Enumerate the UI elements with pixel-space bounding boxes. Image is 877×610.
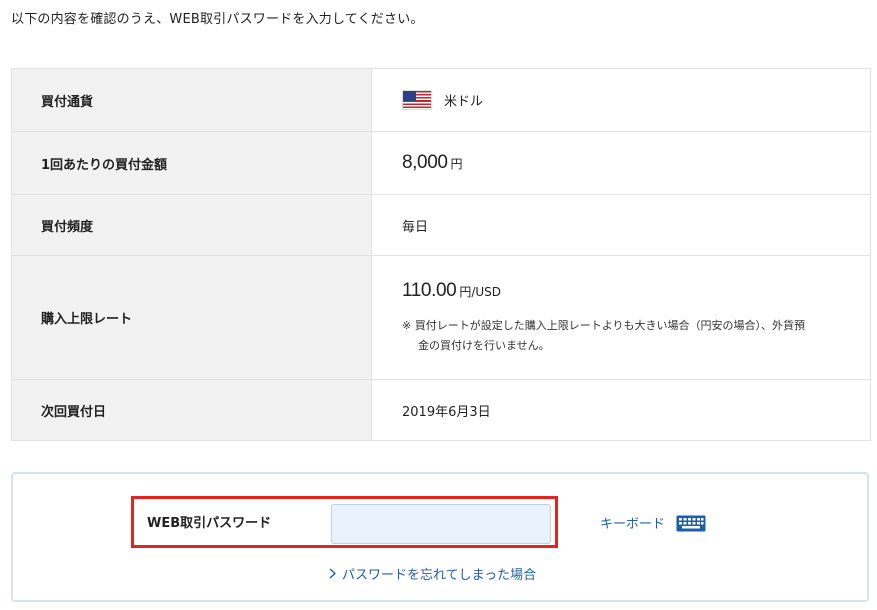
row-label: 次回買付日 [11, 379, 372, 441]
keyboard-link[interactable]: キーボード [600, 513, 665, 532]
table-row: 次回買付日 2019年6月3日 [11, 379, 871, 441]
forgot-password-label: パスワードを忘れてしまった場合 [342, 568, 537, 583]
row-label: 買付頻度 [11, 194, 372, 256]
row-label: 1回あたりの買付金額 [11, 131, 372, 195]
rate-note-line: ※ 買付レートが設定した購入上限レートよりも大きい場合（円安の場合）、外貨預 [402, 318, 805, 332]
frequency-value: 毎日 [371, 194, 871, 256]
rate-value: 110.00 [402, 279, 457, 301]
amount-value: 8,000 [402, 152, 448, 173]
row-value: 110.00 円/USD ※ 買付レートが設定した購入上限レートよりも大きい場合（… [371, 255, 871, 380]
forgot-password-link[interactable]: パスワードを忘れてしまった場合 [329, 564, 536, 583]
rate-note-line: 金の買付けを行いません。 [418, 338, 550, 352]
rate-unit: 円/USD [459, 284, 501, 299]
password-label: WEB取引パスワード [147, 516, 272, 531]
row-label: 購入上限レート [11, 255, 372, 380]
row-value: 米ドル [371, 68, 871, 132]
table-row: 1回あたりの買付金額 8,000 円 [11, 131, 871, 195]
us-flag-icon [402, 90, 432, 110]
row-value: 8,000 円 [371, 131, 871, 195]
rate-note: ※ 買付レートが設定した購入上限レートよりも大きい場合（円安の場合）、外貨預 金… [402, 316, 862, 356]
confirmation-table: 買付通貨 米ドル 1回あたりの買付金額 8,000 円 買付頻度 毎日 購入上限レ… [11, 68, 871, 441]
keyboard-icon[interactable] [676, 515, 706, 536]
table-row: 買付頻度 毎日 [11, 194, 871, 256]
row-label: 買付通貨 [11, 68, 372, 132]
chevron-right-icon [329, 568, 337, 583]
currency-value: 米ドル [444, 94, 484, 110]
password-input[interactable] [331, 504, 551, 544]
instruction-text: 以下の内容を確認のうえ、WEB取引パスワードを入力してください。 [11, 12, 424, 27]
table-row: 購入上限レート 110.00 円/USD ※ 買付レートが設定した購入上限レートよ… [11, 255, 871, 380]
next-date-value: 2019年6月3日 [371, 379, 871, 441]
amount-unit: 円 [450, 157, 463, 171]
table-row: 買付通貨 米ドル [11, 68, 871, 132]
